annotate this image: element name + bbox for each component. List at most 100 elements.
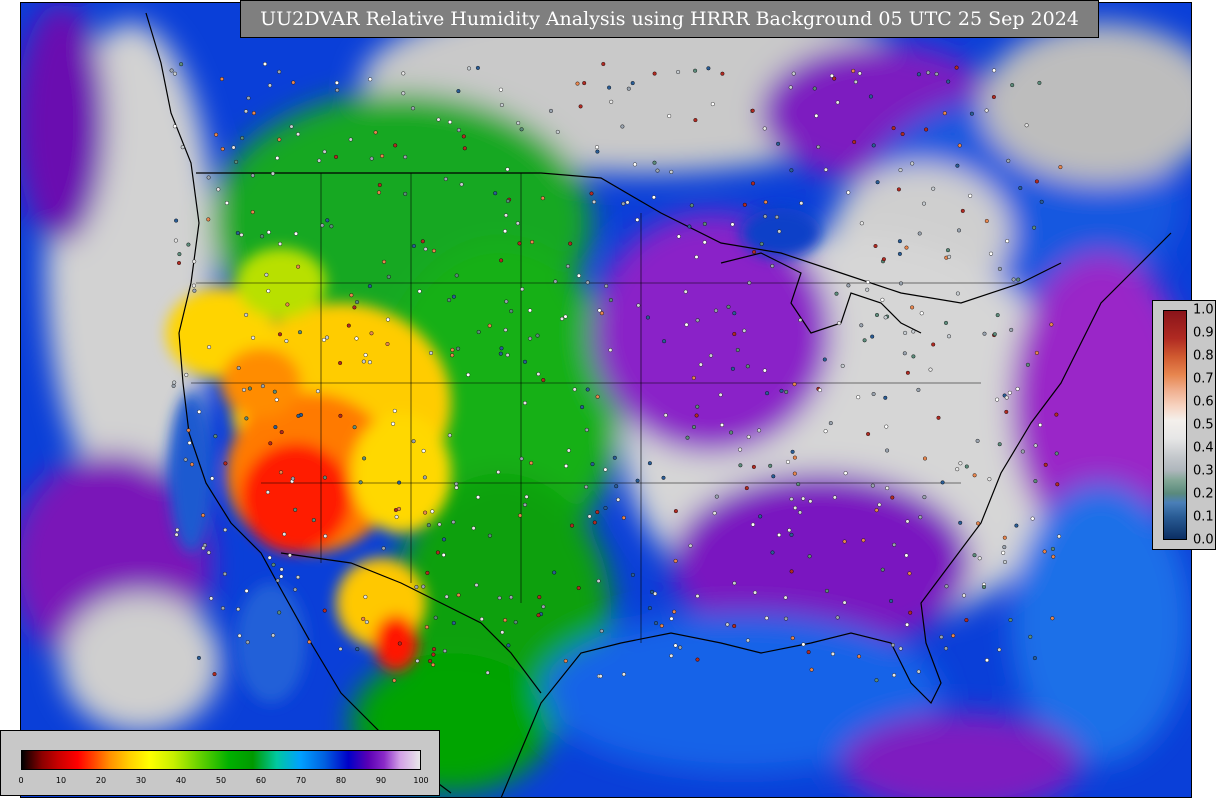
station-marker xyxy=(401,91,406,96)
station-marker xyxy=(266,230,271,235)
station-marker xyxy=(273,425,278,430)
station-marker xyxy=(898,646,903,651)
station-marker xyxy=(172,71,177,76)
station-marker xyxy=(975,438,980,443)
station-marker xyxy=(251,111,256,116)
station-marker xyxy=(499,258,504,263)
station-marker xyxy=(822,357,827,362)
station-marker xyxy=(620,124,625,129)
station-marker xyxy=(476,330,481,335)
station-marker xyxy=(296,264,301,269)
station-marker xyxy=(222,571,227,576)
station-marker xyxy=(852,139,857,144)
station-marker xyxy=(245,640,250,645)
station-marker xyxy=(924,127,929,132)
station-marker xyxy=(738,463,743,468)
station-marker xyxy=(475,65,480,70)
station-marker xyxy=(669,169,674,174)
station-marker xyxy=(807,554,812,559)
station-marker xyxy=(322,337,327,342)
station-marker xyxy=(1054,451,1059,456)
station-marker xyxy=(334,80,339,85)
station-marker xyxy=(787,528,792,533)
station-marker xyxy=(1002,545,1007,550)
station-marker xyxy=(334,154,339,159)
station-marker xyxy=(363,594,368,599)
station-marker xyxy=(564,464,569,469)
station-marker xyxy=(693,118,698,123)
station-marker xyxy=(197,409,202,414)
station-marker xyxy=(885,448,890,453)
station-marker xyxy=(955,291,960,296)
station-marker xyxy=(392,678,397,683)
station-marker xyxy=(523,401,528,406)
station-marker xyxy=(287,553,292,558)
station-marker xyxy=(212,672,217,677)
station-marker xyxy=(834,291,839,296)
station-marker xyxy=(270,171,275,176)
station-marker xyxy=(917,231,922,236)
station-marker xyxy=(898,168,903,173)
station-marker xyxy=(290,476,295,481)
station-marker xyxy=(897,251,902,256)
station-marker xyxy=(278,332,283,337)
station-marker xyxy=(311,518,316,523)
humidity-tick-80: 80 xyxy=(335,776,347,785)
station-marker xyxy=(944,320,949,325)
station-marker xyxy=(506,643,511,648)
station-marker xyxy=(853,79,858,84)
station-marker xyxy=(1028,634,1033,639)
station-marker xyxy=(1025,362,1030,367)
station-marker xyxy=(799,201,804,206)
station-marker xyxy=(926,70,931,75)
station-marker xyxy=(471,526,476,531)
station-marker xyxy=(201,513,206,518)
station-marker xyxy=(859,221,864,226)
station-colorbar-strip xyxy=(1163,310,1187,540)
station-marker xyxy=(960,208,965,213)
station-marker xyxy=(1008,618,1013,623)
station-marker xyxy=(451,621,456,626)
station-marker xyxy=(584,484,589,489)
station-marker xyxy=(984,108,989,113)
station-marker xyxy=(499,102,504,107)
station-marker xyxy=(786,459,791,464)
station-marker xyxy=(792,471,797,476)
station-marker xyxy=(192,259,197,264)
station-marker xyxy=(968,193,973,198)
station-marker xyxy=(235,230,240,235)
station-marker xyxy=(415,658,420,663)
station-marker xyxy=(595,394,600,399)
station-marker xyxy=(1006,158,1011,163)
station-marker xyxy=(621,201,626,206)
station-marker xyxy=(456,593,461,598)
station-marker xyxy=(474,583,479,588)
station-marker xyxy=(757,428,762,433)
station-marker xyxy=(910,161,915,166)
station-marker xyxy=(790,636,795,641)
station-marker xyxy=(828,421,833,426)
station-marker xyxy=(451,294,456,299)
station-marker xyxy=(918,515,923,520)
station-marker xyxy=(566,448,571,453)
station-marker xyxy=(875,180,880,185)
station-marker xyxy=(575,81,580,86)
station-marker xyxy=(169,68,174,73)
station-marker xyxy=(173,238,178,243)
station-marker xyxy=(386,274,391,279)
station-marker xyxy=(479,617,484,622)
station-marker xyxy=(1032,656,1037,661)
station-marker xyxy=(1004,409,1009,414)
station-marker xyxy=(759,241,764,246)
station-marker xyxy=(421,584,426,589)
station-marker xyxy=(997,647,1002,652)
station-marker xyxy=(1058,165,1063,170)
station-marker xyxy=(555,129,560,134)
station-marker xyxy=(962,593,967,598)
station-marker xyxy=(239,232,244,237)
station-marker xyxy=(450,347,455,352)
station-marker xyxy=(279,574,284,579)
station-marker xyxy=(612,455,617,460)
station-marker xyxy=(1043,462,1048,467)
station-marker xyxy=(861,538,866,543)
